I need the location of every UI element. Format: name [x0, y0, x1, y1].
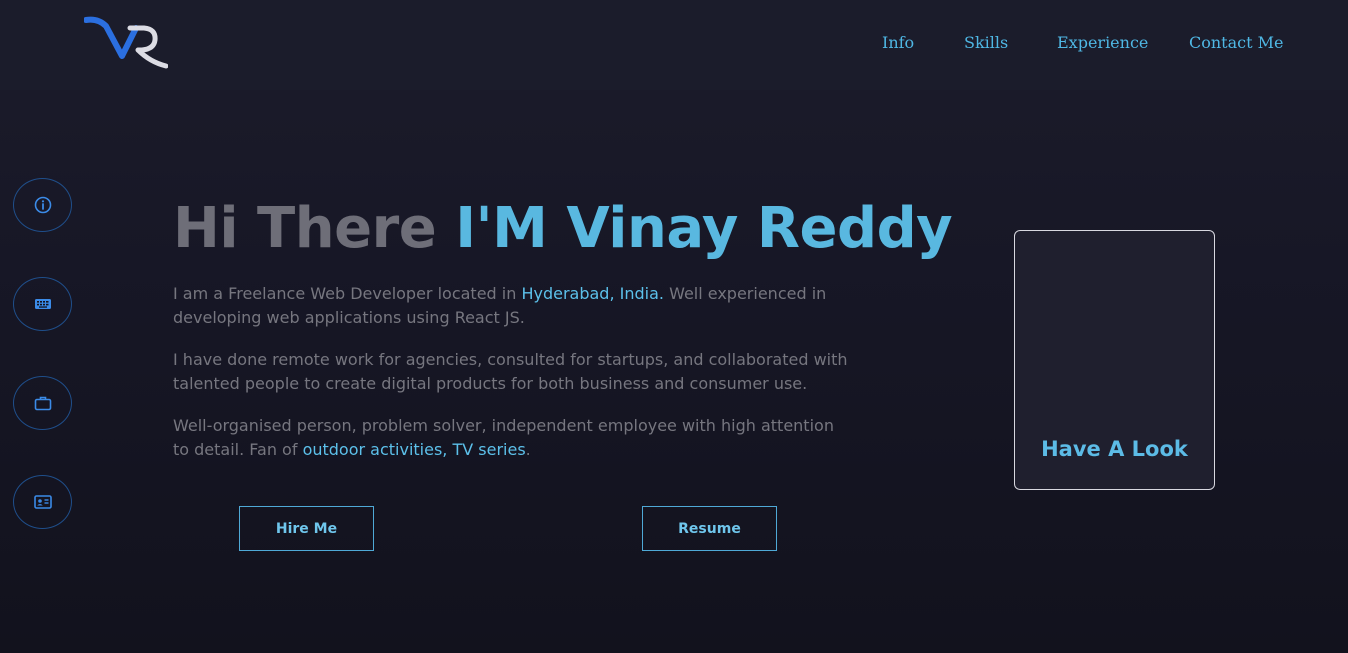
- personality-text-end: .: [525, 440, 531, 459]
- sidebar-info-button[interactable]: [13, 178, 72, 232]
- hire-me-button[interactable]: Hire Me: [239, 506, 374, 551]
- have-a-look-card[interactable]: Have A Look: [1014, 230, 1215, 490]
- briefcase-icon: [34, 396, 51, 411]
- sidebar-contact-button[interactable]: [13, 475, 72, 529]
- intro-paragraph: I am a Freelance Web Developer located i…: [173, 282, 853, 330]
- hero-name: I'M Vinay Reddy: [455, 196, 953, 261]
- top-navigation-bar: Info Skills Experience Contact Me: [0, 0, 1348, 90]
- keyboard-icon: [34, 299, 51, 309]
- location-highlight: Hyderabad, India.: [521, 284, 664, 303]
- sidebar-experience-button[interactable]: [13, 376, 72, 430]
- card-label: Have A Look: [1041, 437, 1188, 461]
- nav-skills-link[interactable]: Skills: [964, 33, 1008, 52]
- work-paragraph: I have done remote work for agencies, co…: [173, 350, 848, 393]
- hero-heading: Hi There I'M Vinay Reddy: [173, 193, 953, 265]
- nav-experience-link[interactable]: Experience: [1057, 33, 1148, 52]
- info-icon: [34, 196, 51, 214]
- sidebar-skills-button[interactable]: [13, 277, 72, 331]
- resume-button[interactable]: Resume: [642, 506, 777, 551]
- nav-contact-link[interactable]: Contact Me: [1189, 33, 1283, 52]
- hobbies-highlight: outdoor activities, TV series: [302, 440, 526, 459]
- contact-card-icon: [33, 495, 52, 509]
- intro-text-start: I am a Freelance Web Developer located i…: [173, 284, 522, 303]
- personality-paragraph: Well-organised person, problem solver, i…: [173, 414, 853, 462]
- vr-logo[interactable]: [84, 16, 168, 70]
- nav-info-link[interactable]: Info: [882, 33, 914, 52]
- hero-greeting: Hi There: [173, 196, 456, 261]
